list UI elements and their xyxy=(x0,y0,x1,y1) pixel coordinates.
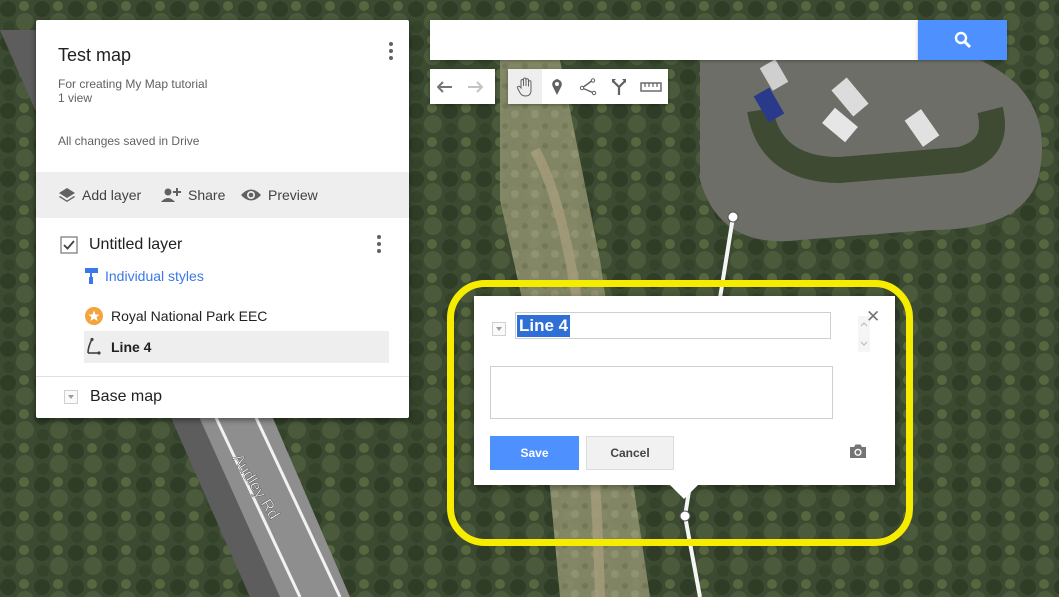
add-marker-button[interactable] xyxy=(542,69,572,104)
base-map-section[interactable]: Base map xyxy=(64,388,162,406)
pan-tool-button[interactable] xyxy=(508,69,542,104)
individual-styles-label: Individual styles xyxy=(105,268,204,284)
individual-styles-link[interactable]: Individual styles xyxy=(84,267,204,285)
add-person-icon xyxy=(161,188,181,202)
base-map-label: Base map xyxy=(90,388,163,405)
layer-options-menu-icon[interactable] xyxy=(369,233,389,257)
paint-roller-icon xyxy=(85,268,98,284)
view-count: 1 view xyxy=(58,91,93,105)
search-icon xyxy=(954,31,971,49)
layer-visibility-checkbox[interactable] xyxy=(60,236,78,254)
map-description[interactable]: For creating My Map tutorial xyxy=(58,77,207,91)
undo-button[interactable] xyxy=(430,69,460,104)
draw-line-button[interactable] xyxy=(572,69,604,104)
undo-icon xyxy=(437,80,452,93)
feature-description-input[interactable] xyxy=(490,366,833,419)
draw-line-icon xyxy=(579,77,597,95)
feature-label: Line 4 xyxy=(111,339,152,355)
preview-button[interactable]: Preview xyxy=(240,172,318,218)
save-button[interactable]: Save xyxy=(490,436,579,470)
cancel-button[interactable]: Cancel xyxy=(586,436,674,470)
panel-toolbar: Add layer Share Preview xyxy=(36,172,409,218)
drawing-toolbar xyxy=(508,69,668,104)
share-label: Share xyxy=(188,187,226,203)
close-icon[interactable]: ✕ xyxy=(866,308,880,325)
feature-item-line-4[interactable]: Line 4 xyxy=(84,331,389,363)
pan-hand-icon xyxy=(516,76,532,97)
map-details-panel: Test map For creating My Map tutorial 1 … xyxy=(36,20,409,418)
app-frame: Audley Rd Test map For creating My Map t… xyxy=(0,0,1059,597)
measure-ruler-icon xyxy=(640,81,662,92)
search-button[interactable] xyxy=(918,20,1007,60)
star-marker-icon xyxy=(85,307,103,325)
map-options-menu-icon[interactable] xyxy=(381,40,401,64)
redo-button[interactable] xyxy=(460,69,490,104)
share-button[interactable]: Share xyxy=(160,172,225,218)
feature-info-window: Line 4 ✕ Save Cancel xyxy=(474,296,895,499)
preview-label: Preview xyxy=(268,187,318,203)
panel-divider xyxy=(36,376,409,377)
layer-name[interactable]: Untitled layer xyxy=(89,236,182,254)
measure-button[interactable] xyxy=(634,69,668,104)
chevron-down-icon[interactable] xyxy=(64,390,78,404)
line-icon xyxy=(87,337,101,355)
chevron-down-icon[interactable] xyxy=(492,322,506,336)
camera-icon[interactable] xyxy=(848,443,868,459)
save-status: All changes saved in Drive xyxy=(58,134,200,148)
directions-button[interactable] xyxy=(604,69,634,104)
map-title[interactable]: Test map xyxy=(58,45,131,66)
undo-redo-toolbar xyxy=(430,69,495,104)
selected-title-text: Line 4 xyxy=(517,315,571,337)
search-input[interactable] xyxy=(430,20,918,60)
add-marker-icon xyxy=(552,78,562,95)
feature-label: Royal National Park EEC xyxy=(111,308,268,324)
redo-icon xyxy=(468,80,483,93)
feature-item-royal-national-park[interactable]: Royal National Park EEC xyxy=(84,300,267,332)
add-layer-button[interactable]: Add layer xyxy=(58,172,141,218)
directions-icon xyxy=(612,78,626,95)
eye-icon xyxy=(241,189,261,201)
layers-icon xyxy=(59,188,75,202)
add-layer-label: Add layer xyxy=(82,187,142,203)
